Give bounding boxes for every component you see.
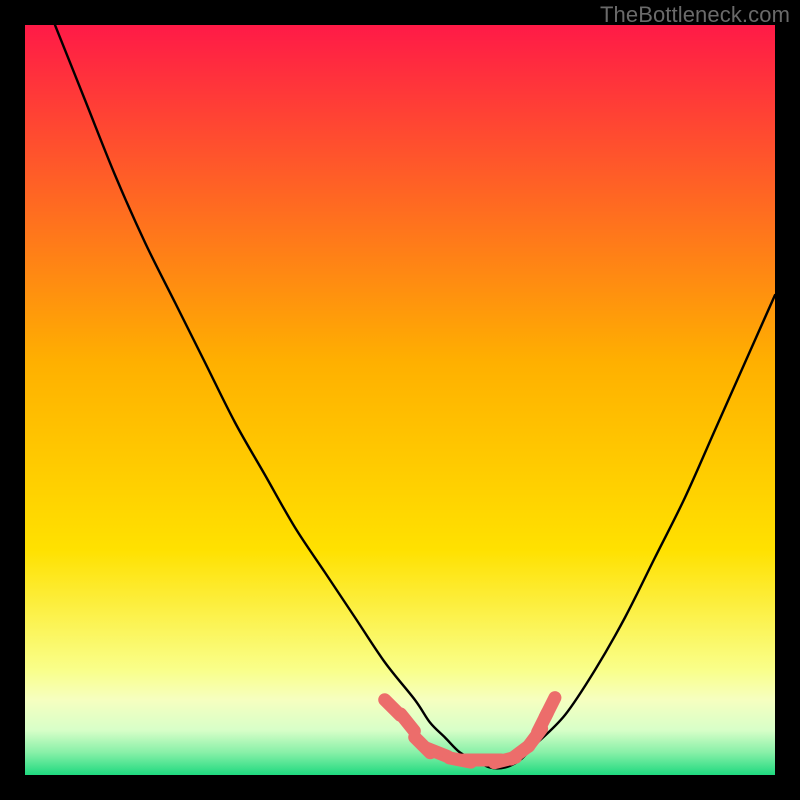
plot-area (25, 25, 775, 775)
watermark-text: TheBottleneck.com (600, 2, 790, 28)
chart-svg (25, 25, 775, 775)
marker-segment (545, 698, 555, 718)
chart-frame: TheBottleneck.com (0, 0, 800, 800)
gradient-background (25, 25, 775, 775)
